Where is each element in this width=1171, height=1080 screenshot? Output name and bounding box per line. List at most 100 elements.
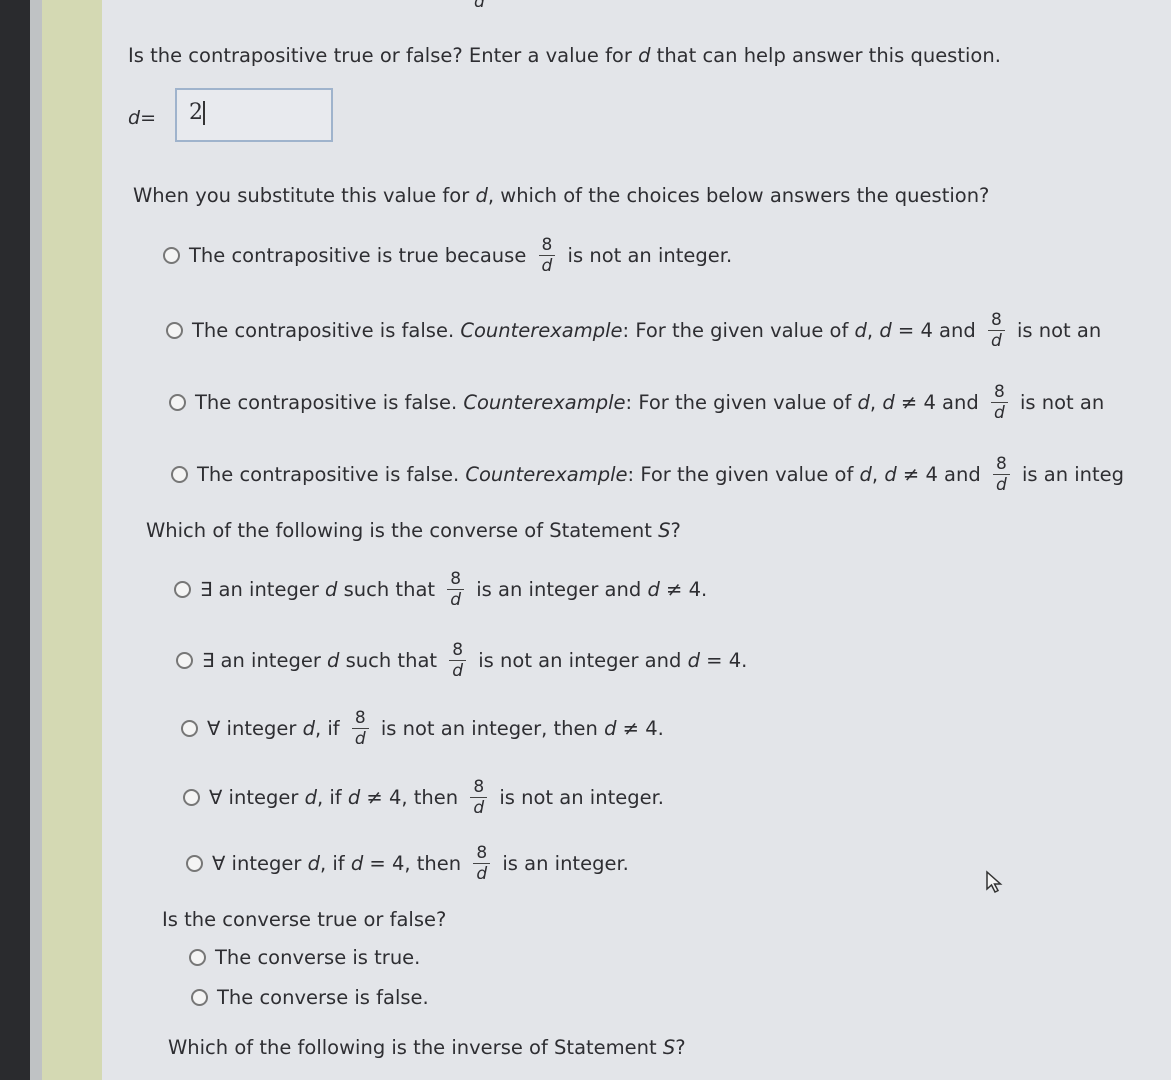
text: = 4, then <box>363 852 468 875</box>
radio-button[interactable] <box>166 322 183 339</box>
italic-text: d <box>647 578 660 601</box>
mouse-pointer-icon <box>985 870 1005 899</box>
radio-button[interactable] <box>174 581 191 598</box>
d-input-label: d = <box>128 107 156 129</box>
italic-text: d <box>325 578 338 601</box>
italic-text: d <box>302 717 315 740</box>
text: ∃ an integer <box>200 578 326 601</box>
denominator: d <box>473 798 485 818</box>
italic-text: S <box>662 1036 676 1059</box>
text: is not an <box>1010 319 1102 342</box>
radio-button[interactable] <box>169 394 186 411</box>
converse-option-4[interactable]: ∀ integer d, if d ≠ 4, then 8d is not an… <box>183 777 664 818</box>
radio-button[interactable] <box>181 720 198 737</box>
italic-text: d <box>604 717 617 740</box>
text: ≠ 4 and <box>894 391 985 414</box>
converse-option-5[interactable]: ∀ integer d, if d = 4, then 8d is an int… <box>186 843 629 884</box>
italic-text: d <box>859 463 872 486</box>
text: Which of the following is the converse o… <box>146 519 659 542</box>
italic-text: d <box>327 649 340 672</box>
fraction-8-over-d: 8d <box>990 382 1008 423</box>
text: = 4 and <box>891 319 982 342</box>
converse-option-2[interactable]: ∃ an integer d such that 8d is not an in… <box>176 640 747 681</box>
text: : For the given value of <box>622 319 855 342</box>
question-substitute: When you substitute this value for d, wh… <box>133 184 989 207</box>
text: Is the contrapositive true or false? Ent… <box>128 44 639 67</box>
denominator: d <box>541 256 553 276</box>
fraction-8-over-d: 8d <box>987 310 1005 351</box>
text: The contrapositive is false. <box>195 391 464 414</box>
text: , if <box>319 852 351 875</box>
converse-option-1[interactable]: ∃ an integer d such that 8d is an intege… <box>174 569 707 610</box>
radio-button[interactable] <box>176 652 193 669</box>
text: ≠ 4, then <box>360 786 465 809</box>
substitute-option-4[interactable]: The contrapositive is false. Counterexam… <box>171 454 1124 495</box>
text: The converse is true. <box>215 946 421 969</box>
text: such that <box>337 578 442 601</box>
text: , if <box>316 786 348 809</box>
denominator: d <box>450 590 462 610</box>
radio-button[interactable] <box>183 789 200 806</box>
fraction-8-over-d: 8d <box>473 843 491 884</box>
substitute-option-3[interactable]: The contrapositive is false. Counterexam… <box>169 382 1104 423</box>
d-value-input[interactable]: 2 <box>175 88 333 142</box>
text: When you substitute this value for <box>133 184 476 207</box>
text: ∀ integer <box>207 717 303 740</box>
denominator: d <box>995 475 1007 495</box>
numerator: 8 <box>447 569 465 590</box>
italic-text: d <box>854 319 867 342</box>
numerator: 8 <box>351 708 369 729</box>
question-converse: Which of the following is the converse o… <box>146 519 681 542</box>
italic-text: d <box>304 786 317 809</box>
fraction-8-over-d: 8d <box>992 454 1010 495</box>
equals-sign: = <box>140 107 156 129</box>
italic-text: Counterexample <box>460 319 623 342</box>
text: , <box>871 463 885 486</box>
radio-button[interactable] <box>189 949 206 966</box>
text: Which of the following is the inverse of… <box>168 1036 663 1059</box>
text: is not an integer. <box>561 244 733 267</box>
text: : For the given value of <box>627 463 860 486</box>
denominator: d <box>354 729 366 749</box>
radio-button[interactable] <box>186 855 203 872</box>
denominator: d <box>990 331 1002 351</box>
question-inverse: Which of the following is the inverse of… <box>168 1036 686 1059</box>
converse-option-3[interactable]: ∀ integer d, if 8d is not an integer, th… <box>181 708 664 749</box>
text: , which of the choices below answers the… <box>487 184 990 207</box>
page-margin <box>30 0 42 1080</box>
denominator: d <box>993 403 1005 423</box>
numerator: 8 <box>473 843 491 864</box>
italic-text: S <box>658 519 671 542</box>
italic-text: d <box>882 391 895 414</box>
text: : For the given value of <box>625 391 858 414</box>
text: such that <box>339 649 444 672</box>
numerator: 8 <box>449 640 467 661</box>
italic-text: Counterexample <box>463 391 626 414</box>
radio-button[interactable] <box>163 247 180 264</box>
substitute-option-2[interactable]: The contrapositive is false. Counterexam… <box>166 310 1101 351</box>
radio-button[interactable] <box>191 989 208 1006</box>
text: ≠ 4 and <box>896 463 987 486</box>
italic-text: Counterexample <box>465 463 628 486</box>
italic-text: d <box>307 852 320 875</box>
sidebar-strip <box>42 0 102 1080</box>
italic-text: d <box>347 786 361 809</box>
denominator: d <box>476 864 488 884</box>
italic-text: d <box>475 184 488 207</box>
fraction-8-over-d: 8d <box>449 640 467 681</box>
text: , if <box>314 717 346 740</box>
substitute-option-1[interactable]: The contrapositive is true because 8d is… <box>163 235 732 276</box>
text: ∃ an integer <box>202 649 328 672</box>
converse-false-option[interactable]: The converse is false. <box>191 986 429 1009</box>
text: The contrapositive is true because <box>189 244 533 267</box>
text: ∀ integer <box>212 852 308 875</box>
text: is not an <box>1013 391 1105 414</box>
text-caret <box>203 101 205 125</box>
italic-text: d <box>350 852 364 875</box>
fraction-8-over-d: 8d <box>447 569 465 610</box>
text: is an integer and <box>470 578 648 601</box>
converse-true-option[interactable]: The converse is true. <box>189 946 420 969</box>
numerator: 8 <box>987 310 1005 331</box>
radio-button[interactable] <box>171 466 188 483</box>
italic-text: d <box>687 649 700 672</box>
